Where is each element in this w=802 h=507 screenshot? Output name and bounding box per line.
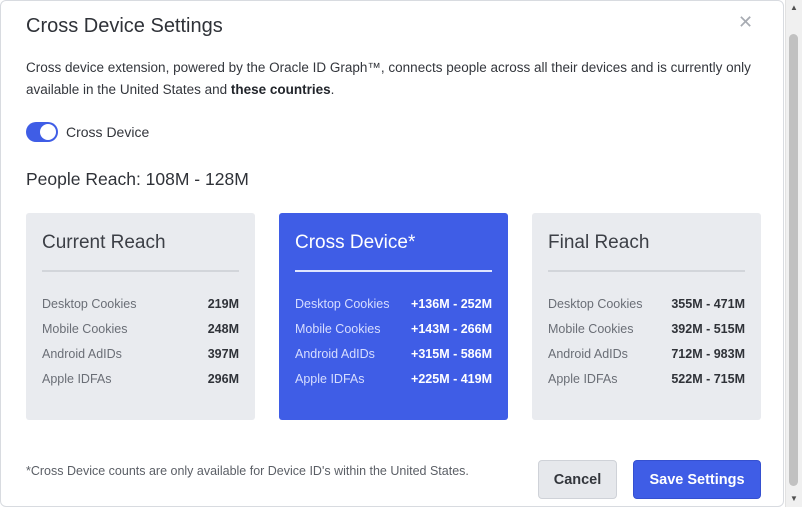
stat-row: Mobile Cookies 248M [42, 320, 239, 345]
stat-value: +225M - 419M [411, 372, 492, 386]
stat-label: Apple IDFAs [42, 372, 112, 386]
card-title: Cross Device* [295, 232, 416, 253]
scroll-up-arrow-icon[interactable]: ▲ [786, 0, 802, 16]
stat-label: Desktop Cookies [42, 297, 137, 311]
dialog-title: Cross Device Settings [26, 15, 223, 37]
stat-row: Desktop Cookies 219M [42, 295, 239, 320]
scroll-down-arrow-icon[interactable]: ▼ [786, 491, 802, 507]
card-title: Final Reach [548, 232, 650, 253]
stat-row: Apple IDFAs +225M - 419M [295, 370, 492, 395]
stat-value: 219M [207, 297, 239, 311]
stat-value: 355M - 471M [671, 297, 745, 311]
card-cross-device: Cross Device* Desktop Cookies +136M - 252… [279, 213, 508, 420]
stat-row: Apple IDFAs 296M [42, 370, 239, 395]
stat-label: Mobile Cookies [42, 322, 128, 336]
close-icon[interactable]: ✕ [738, 13, 753, 31]
stat-label: Apple IDFAs [295, 372, 365, 386]
stat-row: Android AdIDs 397M [42, 345, 239, 370]
stat-label: Mobile Cookies [548, 322, 634, 336]
stat-label: Desktop Cookies [295, 297, 390, 311]
stat-value: +315M - 586M [411, 347, 492, 361]
card-divider [548, 270, 745, 272]
stat-label: Mobile Cookies [295, 322, 381, 336]
stat-row: Mobile Cookies +143M - 266M [295, 320, 492, 345]
description-text: Cross device extension, powered by the O… [26, 60, 751, 97]
stat-label: Apple IDFAs [548, 372, 618, 386]
stat-label: Android AdIDs [42, 347, 122, 361]
stat-row: Desktop Cookies +136M - 252M [295, 295, 492, 320]
save-settings-button[interactable]: Save Settings [633, 460, 761, 499]
cross-device-toggle[interactable] [26, 122, 58, 142]
stat-value: 712M - 983M [671, 347, 745, 361]
card-final-reach: Final Reach Desktop Cookies 355M - 471M M… [532, 213, 761, 420]
stat-value: +136M - 252M [411, 297, 492, 311]
people-reach: People Reach: 108M - 128M [26, 169, 249, 189]
footnote: *Cross Device counts are only available … [26, 464, 469, 478]
stat-value: 397M [207, 347, 239, 361]
stat-row: Android AdIDs 712M - 983M [548, 345, 745, 370]
stat-label: Android AdIDs [295, 347, 375, 361]
card-divider [42, 270, 239, 272]
stat-label: Android AdIDs [548, 347, 628, 361]
stat-value: +143M - 266M [411, 322, 492, 336]
scrollbar-thumb[interactable] [789, 34, 798, 486]
stat-value: 248M [207, 322, 239, 336]
card-title: Current Reach [42, 232, 166, 253]
card-divider [295, 270, 492, 272]
cross-device-toggle-row: Cross Device [26, 122, 149, 142]
toggle-knob [40, 124, 56, 140]
stat-label: Desktop Cookies [548, 297, 643, 311]
stat-value: 392M - 515M [671, 322, 745, 336]
stat-row: Desktop Cookies 355M - 471M [548, 295, 745, 320]
cancel-button[interactable]: Cancel [538, 460, 617, 499]
cross-device-settings-dialog: Cross Device Settings ✕ Cross device ext… [0, 0, 784, 507]
card-current-reach: Current Reach Desktop Cookies 219M Mobile… [26, 213, 255, 420]
description-end: . [330, 82, 335, 97]
stat-value: 522M - 715M [671, 372, 745, 386]
stat-value: 296M [207, 372, 239, 386]
stat-row: Android AdIDs +315M - 586M [295, 345, 492, 370]
stat-row: Mobile Cookies 392M - 515M [548, 320, 745, 345]
dialog-description: Cross device extension, powered by the O… [26, 57, 766, 101]
stat-row: Apple IDFAs 522M - 715M [548, 370, 745, 395]
these-countries-link[interactable]: these countries [231, 82, 331, 97]
toggle-label: Cross Device [66, 124, 150, 140]
vertical-scrollbar[interactable]: ▲ ▼ [785, 0, 802, 507]
